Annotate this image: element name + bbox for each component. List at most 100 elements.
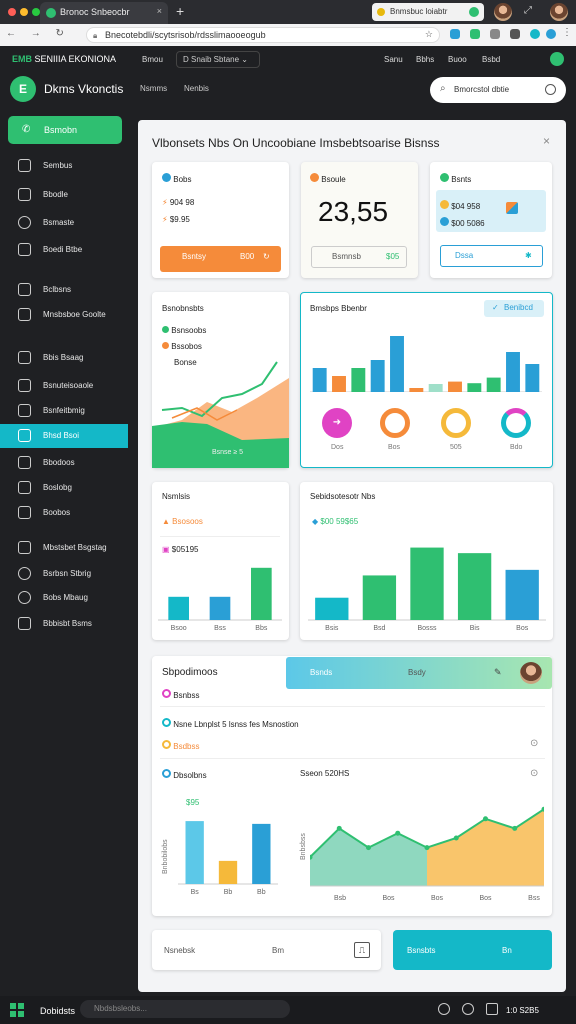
browser-menu-icon[interactable]: ⋮ bbox=[562, 27, 572, 38]
sidebar-item-active[interactable]: Bhsd Bsoi bbox=[0, 424, 128, 448]
nav-buttons-icon[interactable]: ← → ↻ bbox=[6, 28, 70, 39]
card-title: Sebidsotesotr Nbs bbox=[310, 492, 376, 501]
close-icon[interactable]: × bbox=[543, 134, 550, 148]
phone-icon: ✆ bbox=[22, 124, 31, 135]
chart-bar bbox=[370, 360, 385, 392]
extension-pill[interactable]: Bnmsbuc loiabtr bbox=[372, 3, 484, 21]
toolbar-extension-icon[interactable] bbox=[490, 29, 500, 39]
sidebar-item[interactable]: Bbbisbt Bsms bbox=[0, 612, 128, 636]
primary-action-button[interactable]: ✆ Bsmobn bbox=[8, 116, 122, 144]
sidebar-item[interactable]: Bsrbsn Stbrig bbox=[0, 562, 128, 586]
divider bbox=[160, 758, 545, 759]
sidebar-item-label: Bhsd Bsoi bbox=[43, 431, 80, 440]
network-icon[interactable] bbox=[438, 1003, 450, 1015]
sidebar-item-label: Bclbsns bbox=[43, 285, 72, 294]
top-link[interactable]: Bbhs bbox=[416, 55, 434, 64]
toolbar-extension-icon[interactable] bbox=[470, 29, 480, 39]
edit-icon[interactable]: ✎ bbox=[494, 667, 502, 678]
sub-nav-link[interactable]: Nenbis bbox=[184, 84, 209, 93]
sidebar-item[interactable]: Bbodoos bbox=[0, 451, 128, 475]
window-minimize-dot[interactable] bbox=[20, 8, 28, 16]
taskbar-search[interactable]: Nbdsbsleobs... bbox=[80, 1000, 290, 1018]
stat-value: $04 958 bbox=[451, 202, 481, 211]
data-point bbox=[395, 830, 401, 836]
options-icon[interactable]: ⊙ bbox=[530, 738, 538, 749]
top-link[interactable]: Bsbd bbox=[482, 55, 500, 64]
top-link[interactable]: Buoo bbox=[448, 55, 467, 64]
clock-icon bbox=[18, 567, 31, 580]
sidebar-item[interactable]: Sembus bbox=[0, 154, 128, 178]
sub-nav-link[interactable]: Nsmms bbox=[140, 84, 167, 93]
card5-action-button[interactable]: ✓ Benibcd bbox=[484, 300, 544, 317]
browser-tab[interactable]: Bronoc Snbeocbr × bbox=[40, 2, 168, 24]
ring-chart-teal bbox=[501, 408, 531, 438]
lock-icon: 🔒︎ bbox=[93, 31, 98, 40]
card-label: Bobs bbox=[173, 175, 192, 184]
chart-bar bbox=[525, 364, 540, 392]
tab-close-icon[interactable]: × bbox=[157, 6, 162, 16]
legend-swatch-icon bbox=[162, 326, 169, 333]
context-dropdown[interactable]: D Snaib Sbtane ⌄ bbox=[176, 51, 260, 68]
sidebar-item[interactable]: Bsnfeitbmig bbox=[0, 399, 128, 423]
pin-icon[interactable]: ⤢ bbox=[524, 5, 532, 16]
toolbar-extension-icon[interactable] bbox=[546, 29, 556, 39]
x-tick-label: Bsoo bbox=[171, 625, 187, 632]
image-icon: ▣ bbox=[162, 545, 170, 554]
sidebar-item[interactable]: Bsnuteisoaole bbox=[0, 374, 128, 398]
button-value: B00 bbox=[240, 252, 255, 261]
external-link-icon[interactable]: ⎍ bbox=[354, 942, 370, 958]
new-tab-icon[interactable]: + bbox=[176, 3, 184, 19]
bookmark-star-icon[interactable]: ☆ bbox=[425, 29, 433, 40]
card1-action-button[interactable]: Bsntsy B00 ↻ bbox=[160, 246, 281, 272]
sidebar-item[interactable]: Boedi Btbe bbox=[0, 238, 128, 262]
user-avatar[interactable] bbox=[520, 662, 542, 684]
sidebar-item[interactable]: Mnsbsboe Goolte bbox=[0, 303, 128, 327]
card2-action-button[interactable]: Bsmnsb $05 bbox=[311, 246, 407, 268]
list-icon bbox=[18, 456, 31, 469]
sidebar-item[interactable]: Boobos bbox=[0, 501, 128, 525]
options-icon[interactable]: ⊙ bbox=[530, 768, 538, 779]
footer-button-value: Bn bbox=[502, 946, 512, 955]
search-box[interactable]: ⌕ Bmorcstol dbtie bbox=[430, 77, 566, 103]
primary-action-label: Bsmobn bbox=[44, 125, 78, 135]
settings-circle-icon[interactable] bbox=[545, 84, 556, 95]
window-maximize-dot[interactable] bbox=[32, 8, 40, 16]
x-tick-label: Bss bbox=[214, 625, 226, 632]
sidebar-item[interactable]: Bclbsns bbox=[0, 278, 128, 302]
window-close-dot[interactable] bbox=[8, 8, 16, 16]
shield-icon bbox=[18, 617, 31, 630]
card3-action-button[interactable]: Dssa ✱ bbox=[440, 245, 543, 267]
status-dot-icon bbox=[162, 173, 171, 182]
volume-icon[interactable] bbox=[462, 1003, 474, 1015]
url-field[interactable]: 🔒︎ Bnecotebdli/scytsrisob/rdsslimaooeogu… bbox=[86, 27, 440, 43]
chart-icon bbox=[18, 404, 31, 417]
toolbar-extension-icon[interactable] bbox=[530, 29, 540, 39]
account-avatar[interactable] bbox=[550, 3, 568, 21]
sidebar-item-label: Boedi Btbe bbox=[43, 245, 83, 254]
toolbar-extension-icon[interactable] bbox=[510, 29, 520, 39]
button-label: Bsmnsb bbox=[332, 252, 361, 261]
chart-bar bbox=[486, 377, 501, 392]
app-logo[interactable]: E bbox=[10, 76, 36, 102]
battery-icon[interactable] bbox=[486, 1003, 498, 1015]
start-menu-icon[interactable] bbox=[10, 1003, 24, 1017]
y-axis-label: Bnbobilobs bbox=[162, 839, 169, 874]
toolbar-extension-icon[interactable] bbox=[450, 29, 460, 39]
ring-chart-pink: ➜ bbox=[322, 408, 352, 438]
top-link[interactable]: Bmou bbox=[142, 55, 163, 64]
sidebar-item[interactable]: Bbodle bbox=[0, 183, 128, 207]
sidebar-item[interactable]: Mbstsbet Bsgstag bbox=[0, 536, 128, 560]
sidebar-item[interactable]: Bobs Mbaug bbox=[0, 586, 128, 610]
profile-avatar[interactable] bbox=[494, 3, 512, 21]
top-link[interactable]: Sanu bbox=[384, 55, 403, 64]
support-icon[interactable] bbox=[550, 52, 564, 66]
sidebar-item[interactable]: Bsmaste bbox=[0, 211, 128, 235]
chart-bar bbox=[506, 352, 520, 392]
sidebar-item[interactable]: Boslobg bbox=[0, 476, 128, 500]
ring-label: Bos bbox=[388, 444, 401, 451]
summary-row: Nsne Lbnplst 5 lsnss fes Msnostion bbox=[162, 718, 299, 729]
stat-value: 904 98 bbox=[169, 198, 195, 207]
sidebar-item[interactable]: Bbis Bsaag bbox=[0, 346, 128, 370]
search-input[interactable]: Bmorcstol dbtie bbox=[454, 85, 509, 94]
warning-icon: ▲ bbox=[162, 517, 170, 526]
